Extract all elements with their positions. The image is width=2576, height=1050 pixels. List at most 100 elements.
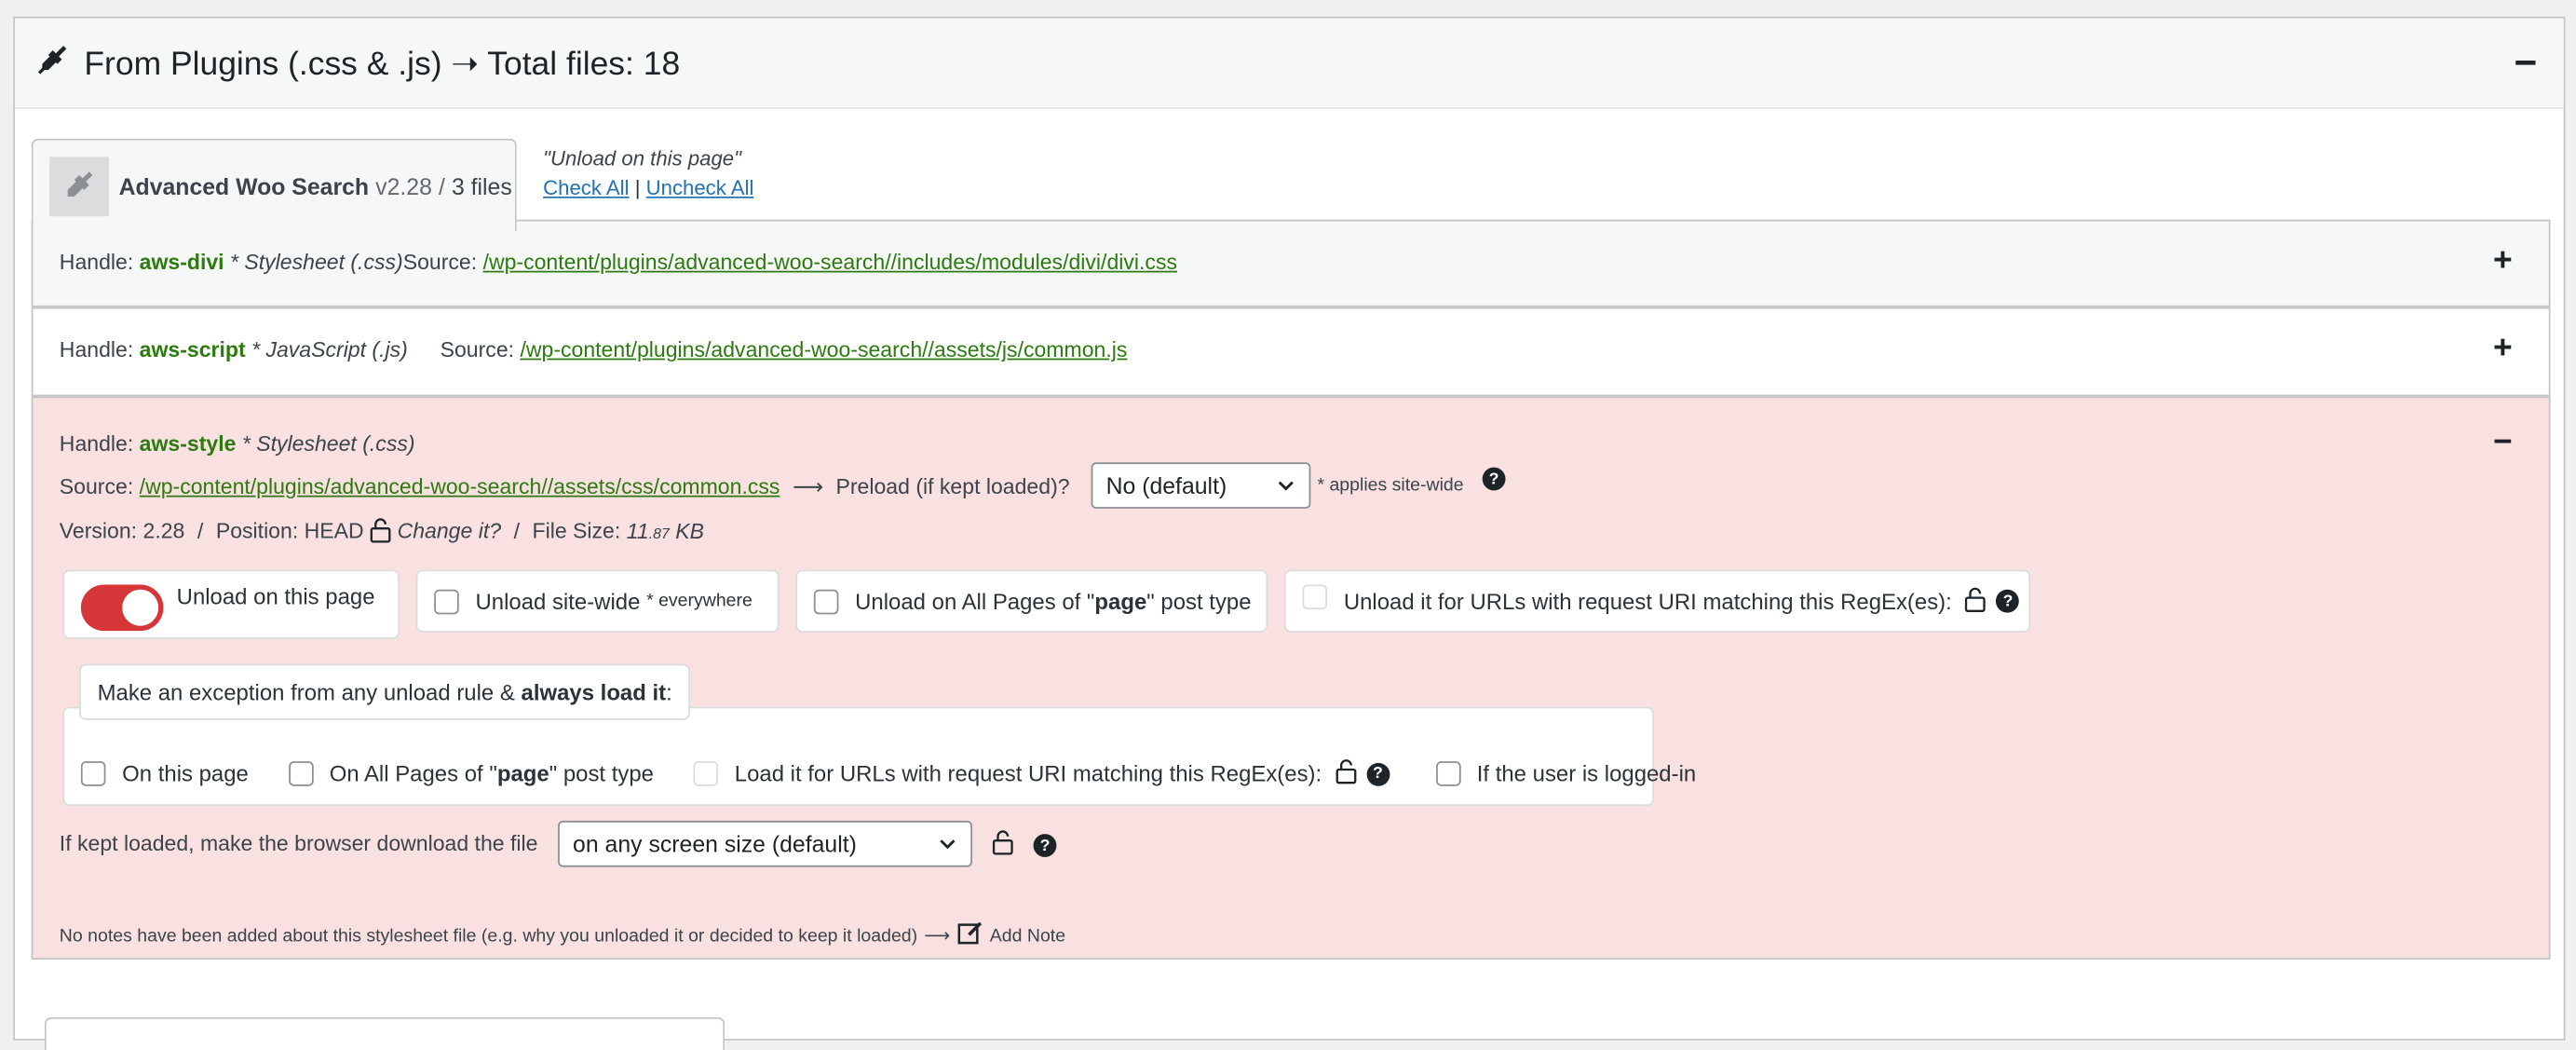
load-on-page-label: On this page bbox=[122, 761, 249, 786]
lock-icon bbox=[1965, 585, 1986, 617]
load-on-page-checkbox[interactable] bbox=[80, 761, 106, 786]
link-separator: | bbox=[634, 176, 641, 200]
plug-icon bbox=[34, 40, 71, 85]
download-label: If kept loaded, make the browser downloa… bbox=[59, 830, 538, 856]
asset-row[interactable]: Handle: aws-divi * Stylesheet (.css)Sour… bbox=[31, 219, 2551, 307]
note-icon[interactable] bbox=[956, 920, 983, 951]
plugins-panel: From Plugins (.css & .js) ➝ Total files:… bbox=[13, 16, 2566, 1050]
asset-row[interactable]: Handle: aws-script * JavaScript (.js) So… bbox=[31, 307, 2551, 397]
meta-separator: / bbox=[197, 518, 204, 544]
handle-name: aws-style bbox=[139, 430, 237, 457]
load-regex-checkbox[interactable] bbox=[693, 761, 719, 786]
post-type-name: page bbox=[1094, 588, 1147, 614]
chevron-down-icon bbox=[938, 832, 957, 858]
asset-type: * Stylesheet (.css) bbox=[241, 430, 415, 457]
load-post-type-label-pre: On All Pages of " bbox=[329, 761, 497, 786]
lock-icon bbox=[992, 829, 1013, 861]
handle-name: aws-divi bbox=[139, 249, 224, 275]
filesize-decimal: .87 bbox=[648, 525, 670, 542]
handle-name: aws-script bbox=[139, 336, 246, 362]
asset-row-expanded: Handle: aws-style * Stylesheet (.css) − … bbox=[31, 396, 2551, 960]
bulk-actions: "Unload on this page" Check All | Unchec… bbox=[543, 147, 753, 200]
plugin-file-count: 3 files bbox=[451, 172, 512, 199]
version-value: 2.28 bbox=[142, 518, 185, 544]
plugin-meta-separator: / bbox=[438, 172, 445, 199]
unload-page-label: Unload on this page bbox=[176, 584, 375, 610]
unload-sitewide-label: Unload site-wide bbox=[475, 588, 641, 614]
post-type-name: page bbox=[496, 761, 549, 786]
collapse-row-button[interactable]: − bbox=[2493, 425, 2513, 463]
arrow-icon: ⟶ bbox=[792, 473, 823, 499]
exception-heading-bold: always load it bbox=[521, 679, 667, 704]
load-logged-in-label: If the user is logged-in bbox=[1476, 761, 1697, 786]
unload-post-type-label-post: " post type bbox=[1146, 588, 1252, 614]
download-select-value: on any screen size (default) bbox=[573, 830, 857, 857]
plugin-name: Advanced Woo Search bbox=[118, 172, 370, 199]
unload-regex-label: Unload it for URLs with request URI matc… bbox=[1343, 588, 1952, 614]
filesize-integer: 11 bbox=[626, 518, 649, 544]
lock-icon bbox=[1335, 758, 1356, 790]
unload-post-type-option[interactable]: Unload on All Pages of " page " post type bbox=[795, 569, 1268, 633]
load-regex-label: Load it for URLs with request URI matchi… bbox=[734, 761, 1322, 786]
exception-heading: Make an exception from any unload rule &… bbox=[79, 663, 691, 720]
help-icon[interactable]: ? bbox=[1033, 834, 1057, 857]
lock-icon bbox=[370, 517, 391, 549]
unload-sitewide-option[interactable]: Unload site-wide * everywhere bbox=[415, 569, 780, 633]
help-icon[interactable]: ? bbox=[1996, 589, 2020, 613]
unload-post-type-checkbox[interactable] bbox=[813, 588, 839, 614]
change-position-link[interactable]: Change it? bbox=[398, 518, 501, 543]
add-note-link[interactable]: Add Note bbox=[990, 925, 1065, 945]
load-logged-in-checkbox[interactable] bbox=[1435, 761, 1461, 786]
uncheck-all-link[interactable]: Uncheck All bbox=[646, 177, 754, 200]
load-post-type-checkbox[interactable] bbox=[288, 761, 313, 786]
expand-row-button[interactable]: + bbox=[2493, 331, 2513, 369]
unload-post-type-label-pre: Unload on All Pages of " bbox=[855, 588, 1095, 614]
check-all-link[interactable]: Check All bbox=[543, 177, 629, 200]
filesize-value: 11.87 KB bbox=[627, 518, 704, 543]
source-link[interactable]: /wp-content/plugins/advanced-woo-search/… bbox=[483, 250, 1177, 275]
chevron-down-icon bbox=[1276, 474, 1295, 500]
notes-text: No notes have been added about this styl… bbox=[59, 925, 918, 946]
source-link[interactable]: /wp-content/plugins/advanced-woo-search/… bbox=[520, 337, 1127, 362]
unload-quote: "Unload on this page" bbox=[543, 146, 741, 170]
exception-heading-pre: Make an exception from any unload rule & bbox=[97, 679, 515, 704]
load-post-type-label-post: " post type bbox=[549, 761, 654, 786]
handle-label: Handle: bbox=[59, 336, 134, 362]
unload-regex-option[interactable]: Unload it for URLs with request URI matc… bbox=[1284, 569, 2031, 633]
panel-header[interactable]: From Plugins (.css & .js) ➝ Total files:… bbox=[14, 18, 2564, 109]
unload-page-toggle[interactable] bbox=[80, 584, 164, 632]
expand-row-button[interactable]: + bbox=[2493, 243, 2513, 281]
filesize-label: File Size: bbox=[532, 518, 621, 544]
handle-label: Handle: bbox=[59, 430, 134, 457]
preload-select[interactable]: No (default) bbox=[1091, 462, 1311, 509]
load-exception-box: On this page On All Pages of " page " post… bbox=[62, 706, 1696, 806]
help-icon[interactable]: ? bbox=[1482, 467, 1506, 491]
collapse-section-button[interactable]: − bbox=[2514, 41, 2537, 88]
meta-separator: / bbox=[513, 518, 521, 544]
source-label: Source: bbox=[59, 473, 134, 499]
exception-heading-post: : bbox=[666, 679, 672, 704]
unload-page-option: Unload on this page bbox=[62, 569, 400, 639]
arrow-icon: ⟶ bbox=[924, 926, 951, 947]
source-label: Source: bbox=[440, 336, 515, 362]
position-value: HEAD bbox=[304, 518, 364, 544]
unload-sitewide-checkbox[interactable] bbox=[434, 588, 459, 614]
preload-label: Preload (if kept loaded)? bbox=[835, 473, 1070, 499]
filesize-unit: KB bbox=[675, 518, 704, 544]
unload-regex-checkbox[interactable] bbox=[1302, 583, 1328, 609]
plugin-tab[interactable]: Advanced Woo Search v2.28 / 3 files bbox=[31, 138, 517, 232]
version-label: Version: bbox=[59, 518, 138, 544]
preload-select-value: No (default) bbox=[1105, 471, 1227, 499]
asset-type: * Stylesheet (.css) bbox=[230, 249, 403, 275]
next-plugin-tab[interactable] bbox=[44, 1016, 725, 1050]
everywhere-note: * everywhere bbox=[646, 591, 752, 611]
panel-title: From Plugins (.css & .js) ➝ Total files:… bbox=[84, 45, 681, 82]
source-label: Source: bbox=[402, 249, 478, 275]
asset-type: * JavaScript (.js) bbox=[251, 336, 408, 362]
download-select[interactable]: on any screen size (default) bbox=[558, 820, 973, 867]
position-label: Position: bbox=[215, 518, 299, 544]
applies-note: * applies site-wide bbox=[1317, 475, 1464, 496]
handle-label: Handle: bbox=[59, 249, 134, 275]
source-link[interactable]: /wp-content/plugins/advanced-woo-search/… bbox=[140, 474, 780, 499]
help-icon[interactable]: ? bbox=[1366, 762, 1390, 785]
